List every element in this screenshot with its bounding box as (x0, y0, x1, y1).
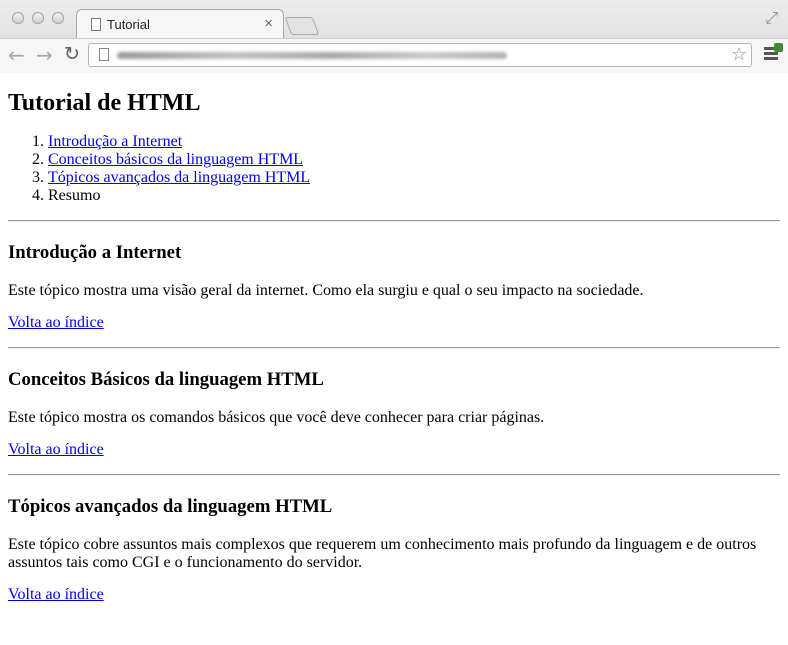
toc-link-introducao[interactable]: Introdução a Internet (48, 133, 182, 150)
section-text: Este tópico mostra os comandos básicos q… (8, 409, 545, 426)
section-heading: Introdução a Internet (8, 242, 182, 263)
toc-link-topicos[interactable]: Tópicos avançados da linguagem HTML (48, 169, 310, 186)
window-controls (12, 12, 64, 24)
minimize-window-button[interactable] (32, 12, 44, 24)
blurred-url (117, 52, 507, 59)
browser-chrome: Tutorial × ⤢ ← → ↻ ☆ (0, 0, 788, 73)
reload-icon[interactable]: ↻ (64, 43, 80, 65)
forward-icon[interactable]: → (36, 43, 53, 67)
browser-tab[interactable]: Tutorial × (76, 9, 284, 39)
address-bar[interactable]: ☆ (88, 43, 752, 67)
back-to-index-link[interactable]: Volta ao índice (8, 586, 104, 603)
toc-link-conceitos[interactable]: Conceitos básicos da linguagem HTML (48, 151, 303, 168)
section-text: Este tópico cobre assuntos mais complexo… (8, 536, 757, 571)
toc-item: Conceitos básicos da linguagem HTML (48, 151, 780, 169)
toc-item: Introdução a Internet (48, 133, 780, 151)
fullscreen-icon[interactable]: ⤢ (765, 8, 778, 28)
bookmark-star-icon[interactable]: ☆ (731, 44, 747, 65)
back-to-index-link[interactable]: Volta ao índice (8, 314, 104, 331)
new-tab-button[interactable] (284, 17, 320, 35)
zoom-window-button[interactable] (52, 12, 64, 24)
section-text: Este tópico mostra uma visão geral da in… (8, 282, 644, 299)
section-heading: Conceitos Básicos da linguagem HTML (8, 369, 324, 390)
divider (8, 347, 780, 349)
table-of-contents: Introdução a Internet Conceitos básicos … (8, 133, 780, 205)
close-window-button[interactable] (12, 12, 24, 24)
page-icon (91, 18, 101, 31)
page-title: Tutorial de HTML (8, 90, 201, 116)
toc-item: Tópicos avançados da linguagem HTML (48, 169, 780, 187)
back-icon[interactable]: ← (8, 43, 25, 67)
back-to-index-link[interactable]: Volta ao índice (8, 441, 104, 458)
tab-close-button[interactable]: × (264, 15, 273, 32)
tab-title: Tutorial (107, 17, 150, 32)
divider (8, 474, 780, 476)
section-heading: Tópicos avançados da linguagem HTML (8, 496, 333, 517)
toc-item-resumo: Resumo (48, 187, 780, 205)
toolbar: ← → ↻ ☆ (0, 38, 788, 73)
page-content: Tutorial de HTML Introdução a Internet C… (0, 73, 788, 604)
page-icon (99, 48, 109, 61)
menu-icon[interactable] (764, 43, 783, 63)
divider (8, 220, 780, 222)
